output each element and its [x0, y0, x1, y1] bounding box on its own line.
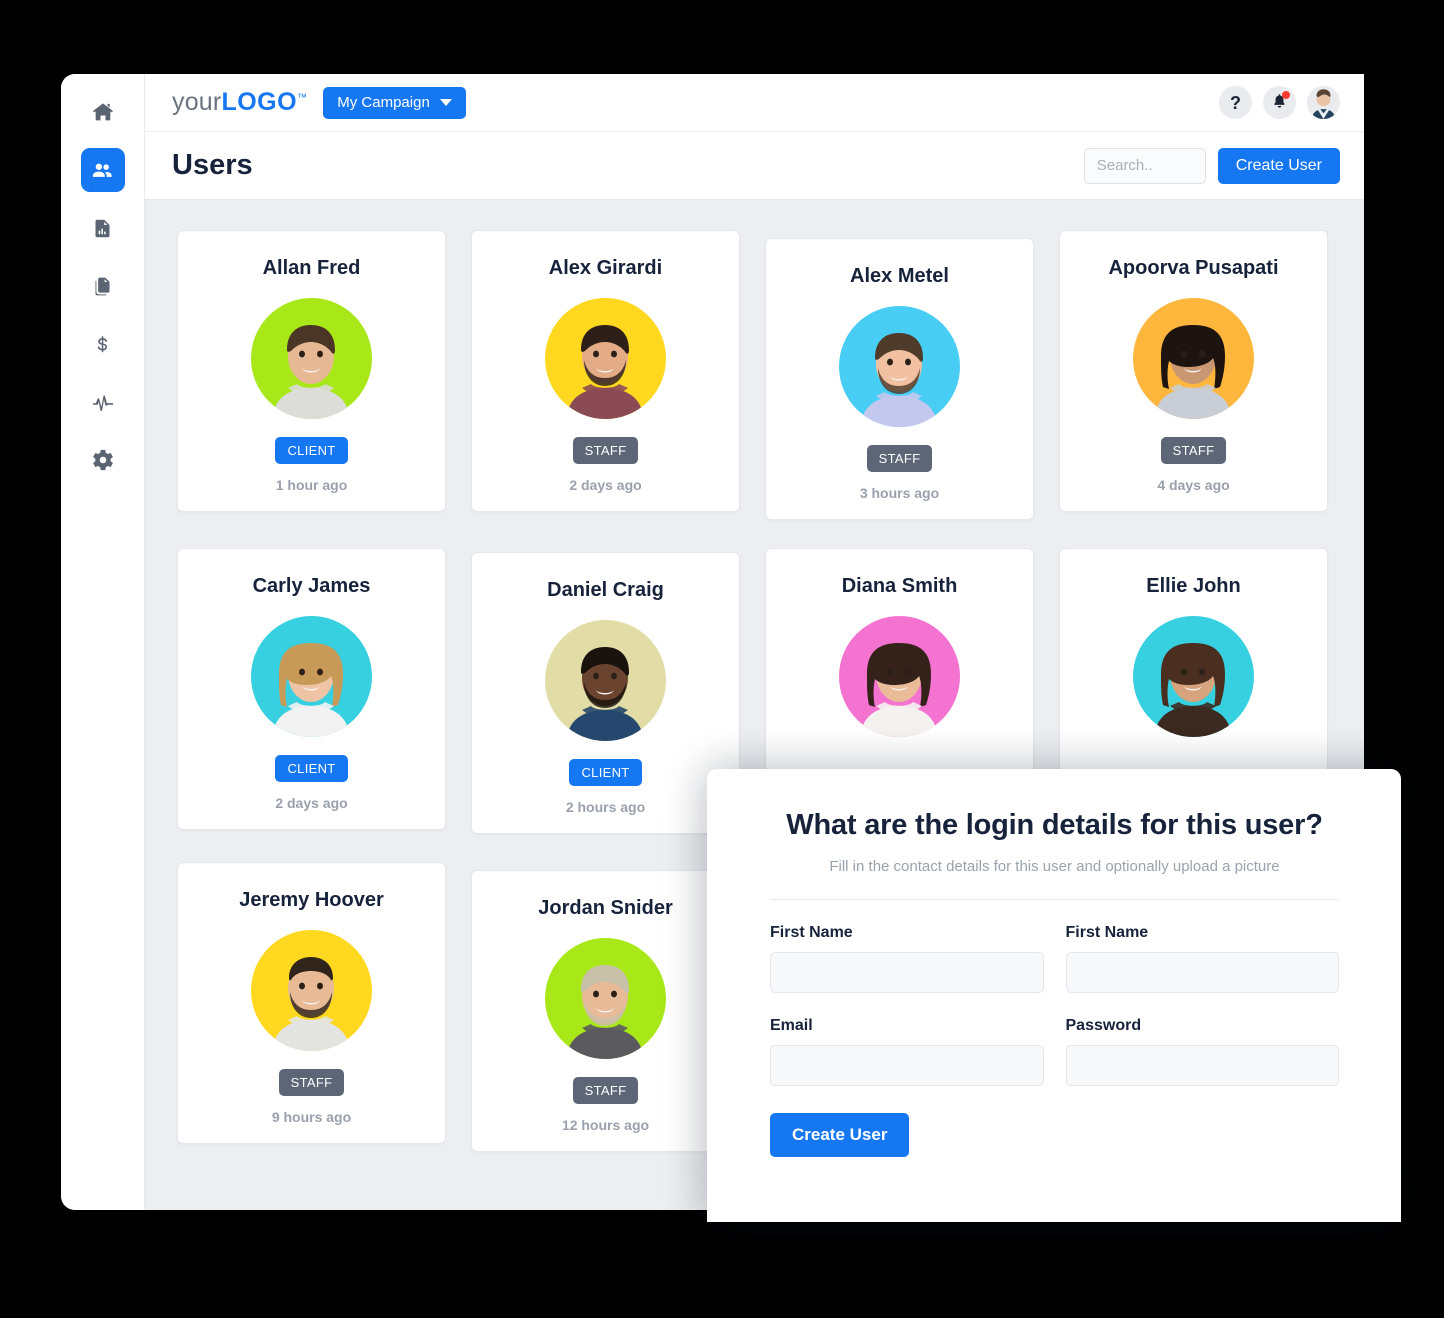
user-card[interactable]: Alex Metel STAFF 3 hours ago	[765, 238, 1034, 520]
chevron-down-icon	[439, 99, 452, 106]
user-card-avatar	[839, 306, 960, 427]
user-card[interactable]: Apoorva Pusapati STAFF 4 days ago	[1059, 230, 1328, 512]
user-card-role-badge: CLIENT	[569, 759, 642, 786]
sidebar-item-home[interactable]	[81, 90, 125, 134]
help-icon: ?	[1230, 92, 1241, 113]
field-label-password: Password	[1065, 1017, 1142, 1034]
notification-badge-dot	[1282, 91, 1290, 99]
report-icon	[92, 218, 113, 239]
field-password: Password	[1065, 1017, 1339, 1086]
sidebar-item-billing[interactable]	[81, 322, 125, 366]
home-icon	[92, 101, 114, 123]
user-card-avatar	[545, 938, 666, 1059]
user-card-name: Ellie John	[1146, 575, 1241, 597]
sidebar-item-activity[interactable]	[81, 380, 125, 424]
create-user-modal: What are the login details for this user…	[707, 769, 1401, 1222]
user-card-timestamp: 2 days ago	[275, 795, 348, 811]
user-card-avatar	[251, 930, 372, 1051]
password-field[interactable]	[1065, 1045, 1339, 1086]
user-card-role-badge: STAFF	[1160, 437, 1227, 464]
user-card[interactable]: Allan Fred CLIENT 1 hour ago	[177, 230, 446, 512]
user-card-name: Jeremy Hoover	[239, 889, 384, 911]
user-card-avatar	[545, 298, 666, 419]
topbar: yourLOGO™ My Campaign ?	[145, 74, 1364, 132]
field-first-name: First Name	[770, 924, 1044, 993]
sidebar-item-files[interactable]	[81, 264, 125, 308]
user-card[interactable]: Diana Smith	[765, 548, 1034, 774]
first-name-input[interactable]	[770, 952, 1044, 993]
field-label-first-name: First Name	[770, 924, 853, 941]
logo-prefix: your	[172, 88, 222, 116]
user-card[interactable]: Carly James CLIENT 2 days ago	[177, 548, 446, 830]
field-label-email: Email	[770, 1017, 813, 1034]
page-title: Users	[172, 149, 253, 181]
user-card-name: Alex Girardi	[548, 257, 663, 279]
user-avatar[interactable]	[1307, 86, 1340, 119]
user-card-role-badge: STAFF	[572, 437, 639, 464]
logo-trademark: ™	[297, 92, 308, 104]
create-user-button[interactable]: Create User	[1217, 147, 1340, 184]
notifications-button[interactable]	[1263, 86, 1296, 119]
gear-icon	[92, 449, 114, 471]
copy-icon	[92, 276, 113, 297]
user-card[interactable]: Daniel Craig CLIENT 2 hours ago	[471, 552, 740, 834]
user-card-name: Alex Metel	[850, 265, 949, 287]
email-field[interactable]	[770, 1045, 1044, 1086]
user-card-timestamp: 12 hours ago	[561, 1117, 650, 1133]
page-header: Users Create User	[145, 132, 1364, 200]
user-card[interactable]: Jeremy Hoover STAFF 9 hours ago	[177, 862, 446, 1144]
field-last-name: First Name	[1065, 924, 1339, 993]
field-email: Email	[770, 1017, 1044, 1086]
activity-icon	[91, 391, 114, 414]
user-card-timestamp: 1 hour ago	[275, 477, 348, 493]
user-card-role-badge: STAFF	[866, 445, 933, 472]
user-card-name: Daniel Craig	[547, 579, 664, 601]
user-card-timestamp: 2 days ago	[569, 477, 642, 493]
user-card-name: Allan Fred	[262, 257, 361, 279]
user-card[interactable]: Ellie John	[1059, 548, 1328, 774]
user-card-name: Carly James	[252, 575, 371, 597]
field-label-last-name: First Name	[1065, 924, 1149, 941]
form-row-names: First Name First Name	[770, 924, 1339, 993]
user-card[interactable]: Jordan Snider STAFF 12 hours ago	[471, 870, 740, 1152]
users-icon	[91, 159, 114, 182]
user-card-avatar	[1133, 616, 1254, 737]
user-card-name: Apoorva Pusapati	[1108, 257, 1279, 279]
help-button[interactable]: ?	[1219, 86, 1252, 119]
user-card-name: Diana Smith	[841, 575, 958, 597]
modal-divider	[770, 899, 1339, 900]
dollar-icon	[92, 334, 113, 355]
logo-bold: LOGO	[221, 88, 298, 116]
user-card-timestamp: 9 hours ago	[271, 1109, 352, 1125]
search-input[interactable]	[1083, 147, 1206, 184]
user-card-role-badge: STAFF	[572, 1077, 639, 1104]
modal-create-user-button[interactable]: Create User	[770, 1113, 910, 1157]
user-card-avatar	[251, 616, 372, 737]
brand-logo[interactable]: yourLOGO™	[172, 88, 307, 117]
screenshot-stage: yourLOGO™ My Campaign ? Users Search.. C…	[0, 0, 1444, 1318]
user-card[interactable]: Alex Girardi STAFF 2 days ago	[471, 230, 740, 512]
user-card-timestamp: 3 hours ago	[859, 485, 940, 501]
user-card-role-badge: CLIENT	[275, 755, 348, 782]
sidebar	[61, 74, 145, 1210]
user-card-role-badge: STAFF	[278, 1069, 345, 1096]
user-card-avatar	[839, 616, 960, 737]
last-name-input[interactable]	[1065, 952, 1339, 993]
user-card-role-badge: CLIENT	[275, 437, 348, 464]
user-card-avatar	[251, 298, 372, 419]
user-card-timestamp: 2 hours ago	[565, 799, 646, 815]
user-card-name: Jordan Snider	[538, 897, 673, 919]
campaign-selector-label: My Campaign	[337, 94, 430, 111]
form-row-credentials: Email Password	[770, 1017, 1339, 1086]
user-card-avatar	[1133, 298, 1254, 419]
modal-title: What are the login details for this user…	[786, 809, 1323, 841]
campaign-selector-button[interactable]: My Campaign	[323, 86, 466, 119]
sidebar-item-settings[interactable]	[81, 438, 125, 482]
user-card-avatar	[545, 620, 666, 741]
sidebar-item-users[interactable]	[80, 148, 125, 192]
sidebar-item-reports[interactable]	[81, 206, 125, 250]
user-card-timestamp: 4 days ago	[1157, 477, 1230, 493]
modal-subtitle: Fill in the contact details for this use…	[829, 858, 1280, 875]
